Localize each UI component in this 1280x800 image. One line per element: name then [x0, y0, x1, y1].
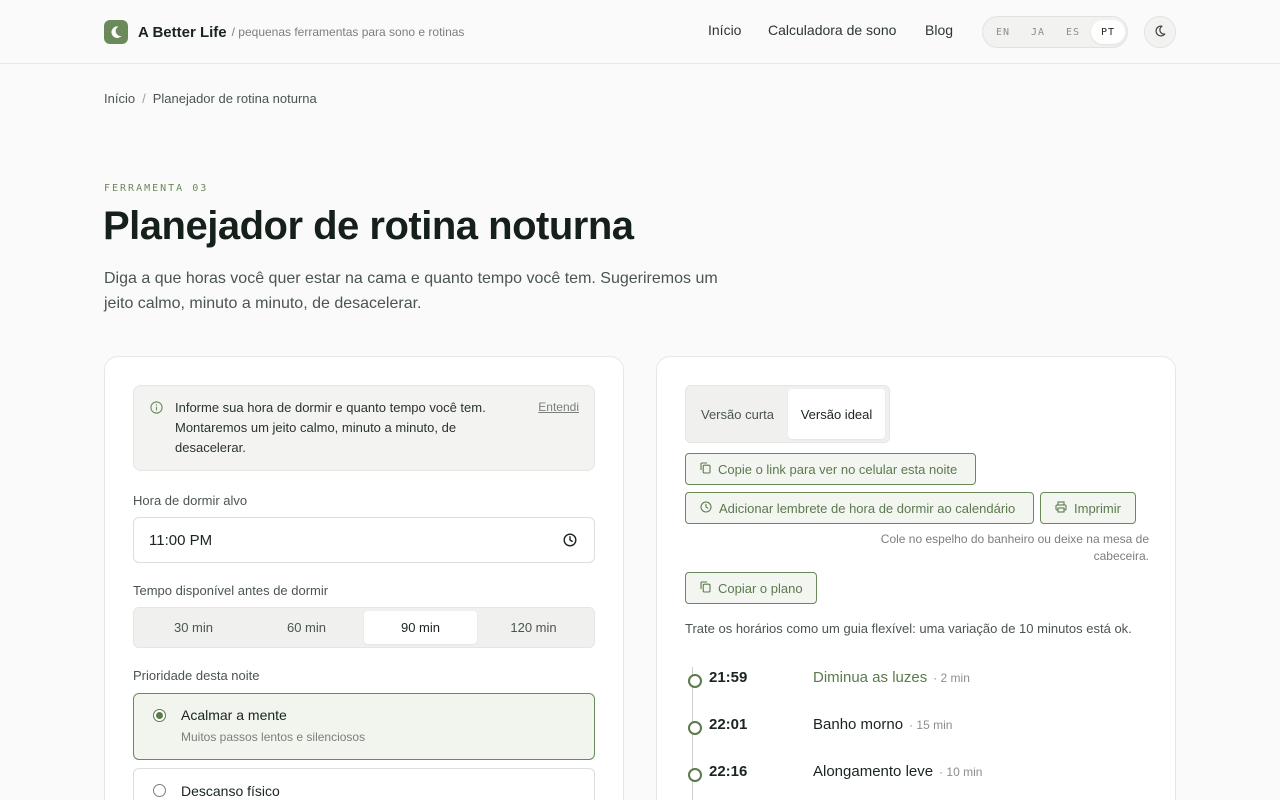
tool-eyebrow: FERRAMENTA 03	[104, 183, 209, 194]
nav-link-home[interactable]: Início	[708, 22, 741, 42]
step-task: Banho morno · 15 min	[813, 716, 952, 733]
time-option-90[interactable]: 90 min	[364, 611, 477, 644]
timeline-dot-icon	[688, 721, 702, 735]
priority-label: Prioridade desta noite	[133, 668, 260, 683]
priority-option-title: Acalmar a mente	[181, 707, 287, 723]
add-reminder-label: Adicionar lembrete de hora de dormir ao …	[719, 500, 1016, 516]
step-time: 22:01	[709, 716, 748, 733]
copy-icon	[700, 461, 718, 477]
clock-icon	[700, 500, 719, 516]
lang-en[interactable]: EN	[986, 20, 1020, 44]
copy-plan-button[interactable]: Copiar o plano	[685, 572, 817, 604]
moon-icon	[1154, 25, 1166, 40]
routine-plan-card: Versão curta Versão ideal Copie o link p…	[656, 356, 1176, 800]
brand[interactable]: A Better Life / pequenas ferramentas par…	[104, 20, 464, 44]
version-toggle: Versão curta Versão ideal	[685, 385, 890, 443]
nav-link-sleep-calculator[interactable]: Calculadora de sono	[768, 22, 896, 42]
copy-icon	[700, 580, 718, 596]
step-duration: · 2 min	[933, 671, 970, 685]
clock-icon[interactable]	[563, 533, 577, 552]
bedtime-label: Hora de dormir alvo	[133, 493, 248, 508]
radio-selected-icon[interactable]	[153, 709, 166, 722]
theme-toggle-button[interactable]	[1144, 16, 1176, 48]
step-time: 22:16	[709, 763, 748, 780]
timeline-step: 22:01 Banho morno · 15 min	[685, 715, 1125, 739]
step-task-label: Diminua as luzes	[813, 669, 928, 686]
page-title: Planejador de rotina noturna	[103, 204, 634, 248]
priority-option-physical-rest[interactable]: Descanso físico	[133, 768, 595, 800]
bedtime-input[interactable]: 11:00 PM	[133, 517, 595, 563]
info-banner: Informe sua hora de dormir e quanto temp…	[133, 385, 595, 471]
info-text: Informe sua hora de dormir e quanto temp…	[175, 400, 486, 455]
print-label: Imprimir	[1074, 500, 1121, 516]
version-ideal-tab[interactable]: Versão ideal	[788, 389, 885, 439]
site-header: A Better Life / pequenas ferramentas par…	[0, 0, 1280, 64]
step-task: Alongamento leve · 10 min	[813, 763, 982, 780]
lang-ja[interactable]: JA	[1021, 20, 1055, 44]
radio-unselected-icon[interactable]	[153, 784, 166, 797]
priority-option-subtitle: Muitos passos lentos e silenciosos	[181, 730, 366, 744]
add-reminder-button[interactable]: Adicionar lembrete de hora de dormir ao …	[685, 492, 1034, 524]
breadcrumb: Início / Planejador de rotina noturna	[104, 91, 317, 106]
priority-option-calm-mind[interactable]: Acalmar a mente Muitos passos lentos e s…	[133, 693, 595, 760]
page-subtitle: Diga a que horas você quer estar na cama…	[104, 270, 718, 312]
info-dismiss-link[interactable]: Entendi	[538, 400, 579, 414]
breadcrumb-current: Planejador de rotina noturna	[152, 91, 317, 106]
lang-pt[interactable]: PT	[1091, 20, 1125, 44]
step-duration: · 10 min	[939, 765, 983, 779]
print-hint: Cole no espelho do banheiro ou deixe na …	[880, 532, 1149, 563]
time-option-30[interactable]: 30 min	[137, 611, 250, 644]
timeline-dot-icon	[688, 674, 702, 688]
step-task-label: Alongamento leve	[813, 763, 934, 780]
print-button[interactable]: Imprimir	[1040, 492, 1136, 524]
copy-plan-label: Copiar o plano	[718, 580, 803, 596]
step-task-label: Banho morno	[813, 716, 904, 733]
step-time: 21:59	[709, 669, 748, 686]
available-time-selector: 30 min 60 min 90 min 120 min	[133, 607, 595, 648]
step-duration: · 15 min	[909, 718, 953, 732]
printer-icon	[1055, 500, 1074, 516]
step-task: Diminua as luzes · 2 min	[813, 669, 970, 686]
lang-es[interactable]: ES	[1056, 20, 1090, 44]
time-option-60[interactable]: 60 min	[250, 611, 363, 644]
language-switcher: EN JA ES PT	[982, 16, 1128, 48]
brand-tagline: / pequenas ferramentas para sono e rotin…	[231, 25, 465, 39]
info-icon	[150, 401, 163, 419]
breadcrumb-home[interactable]: Início	[104, 91, 135, 106]
brand-name: A Better Life	[138, 23, 227, 41]
available-time-label: Tempo disponível antes de dormir	[133, 583, 329, 598]
version-short-tab[interactable]: Versão curta	[689, 389, 786, 439]
bedtime-value: 11:00 PM	[149, 532, 213, 549]
priority-option-title: Descanso físico	[181, 783, 280, 799]
timeline-step: 21:59 Diminua as luzes · 2 min	[685, 668, 1125, 692]
nav-link-blog[interactable]: Blog	[925, 22, 953, 42]
flex-note: Trate os horários como um guia flexível:…	[685, 621, 1132, 636]
routine-form-card: Informe sua hora de dormir e quanto temp…	[104, 356, 624, 800]
timeline-step: 22:16 Alongamento leve · 10 min	[685, 762, 1125, 786]
timeline-dot-icon	[688, 768, 702, 782]
copy-link-label: Copie o link para ver no celular esta no…	[718, 461, 958, 477]
copy-link-button[interactable]: Copie o link para ver no celular esta no…	[685, 453, 976, 485]
time-option-120[interactable]: 120 min	[477, 611, 590, 644]
moon-logo-icon	[104, 20, 128, 44]
breadcrumb-separator: /	[142, 91, 146, 106]
